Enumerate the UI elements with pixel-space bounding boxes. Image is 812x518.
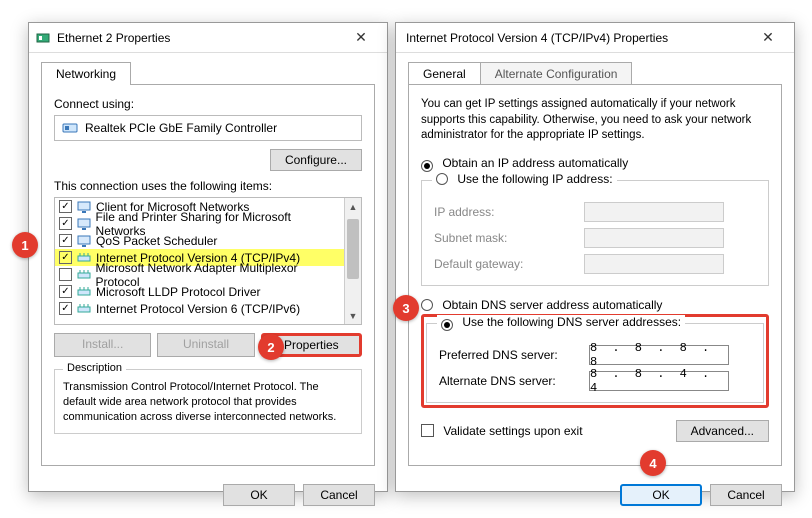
ip-address-label: IP address:	[434, 205, 584, 219]
components-list: Client for Microsoft NetworksFile and Pr…	[54, 197, 362, 325]
network-card-icon	[35, 30, 51, 46]
scroll-track[interactable]	[345, 215, 361, 307]
default-gateway-label: Default gateway:	[434, 257, 584, 271]
subnet-mask-label: Subnet mask:	[434, 231, 584, 245]
tab-alternate-configuration[interactable]: Alternate Configuration	[480, 62, 633, 85]
adapter-name: Realtek PCIe GbE Family Controller	[85, 121, 277, 135]
component-icon	[76, 216, 92, 232]
step-badge-3: 3	[393, 295, 419, 321]
step-badge-2: 2	[258, 334, 284, 360]
checkbox-icon	[421, 424, 434, 437]
uninstall-button[interactable]: Uninstall	[157, 333, 254, 357]
item-label: Internet Protocol Version 6 (TCP/IPv6)	[96, 302, 300, 316]
adapter-field: Realtek PCIe GbE Family Controller	[54, 115, 362, 141]
ok-button[interactable]: OK	[620, 484, 702, 506]
component-icon	[76, 233, 92, 249]
checkbox-icon[interactable]	[59, 217, 72, 230]
component-icon	[76, 199, 92, 215]
preferred-dns-field[interactable]: 8 . 8 . 8 . 8	[589, 345, 729, 365]
checkbox-icon[interactable]	[59, 302, 72, 315]
adapter-icon	[61, 119, 79, 137]
dialog-title: Internet Protocol Version 4 (TCP/IPv4) P…	[406, 31, 748, 45]
step-badge-1: 1	[12, 232, 38, 258]
description-group: Description Transmission Control Protoco…	[54, 369, 362, 434]
intro-text: You can get IP settings assigned automat…	[421, 97, 769, 144]
dialog-title: Ethernet 2 Properties	[57, 31, 341, 45]
ip-auto-option[interactable]: Obtain an IP address automatically	[421, 154, 769, 174]
validate-checkbox[interactable]: Validate settings upon exit	[421, 424, 583, 438]
scroll-down-icon[interactable]: ▼	[345, 307, 361, 324]
step-badge-4: 4	[640, 450, 666, 476]
cancel-button[interactable]: Cancel	[710, 484, 782, 506]
list-item[interactable]: Internet Protocol Version 6 (TCP/IPv6)	[55, 300, 344, 317]
dns-manual-option[interactable]: Use the following DNS server addresses:	[437, 315, 685, 331]
tab-general[interactable]: General	[408, 62, 481, 85]
titlebar: Ethernet 2 Properties ✕	[29, 23, 387, 53]
default-gateway-field	[584, 254, 724, 274]
radio-selected-icon	[441, 319, 453, 331]
advanced-button[interactable]: Advanced...	[676, 420, 769, 442]
scroll-thumb[interactable]	[347, 219, 359, 279]
checkbox-icon[interactable]	[59, 234, 72, 247]
list-item[interactable]: Microsoft Network Adapter Multiplexor Pr…	[55, 266, 344, 283]
ipv4-properties-dialog: Internet Protocol Version 4 (TCP/IPv4) P…	[395, 22, 795, 492]
ethernet-properties-dialog: Ethernet 2 Properties ✕ Networking Conne…	[28, 22, 388, 492]
component-icon	[76, 267, 92, 283]
alternate-dns-field[interactable]: 8 . 8 . 4 . 4	[589, 371, 729, 391]
checkbox-icon[interactable]	[59, 268, 72, 281]
cancel-button[interactable]: Cancel	[303, 484, 375, 506]
close-icon[interactable]: ✕	[748, 29, 788, 46]
tab-networking[interactable]: Networking	[41, 62, 131, 85]
dns-auto-option[interactable]: Obtain DNS server address automatically	[421, 296, 769, 314]
component-icon	[76, 301, 92, 317]
list-item[interactable]: File and Printer Sharing for Microsoft N…	[55, 215, 344, 232]
scroll-up-icon[interactable]: ▲	[345, 198, 361, 215]
install-button[interactable]: Install...	[54, 333, 151, 357]
item-label: QoS Packet Scheduler	[96, 234, 217, 248]
checkbox-icon[interactable]	[59, 285, 72, 298]
connect-using-label: Connect using:	[54, 97, 362, 111]
checkbox-icon[interactable]	[59, 200, 72, 213]
component-icon	[76, 250, 92, 266]
subnet-mask-field	[584, 228, 724, 248]
titlebar: Internet Protocol Version 4 (TCP/IPv4) P…	[396, 23, 794, 53]
ip-manual-option[interactable]: Use the following IP address:	[432, 172, 617, 186]
checkbox-icon[interactable]	[59, 251, 72, 264]
alternate-dns-label: Alternate DNS server:	[439, 374, 589, 388]
configure-button[interactable]: Configure...	[270, 149, 362, 171]
close-icon[interactable]: ✕	[341, 29, 381, 46]
description-title: Description	[63, 362, 126, 374]
scrollbar[interactable]: ▲ ▼	[344, 198, 361, 324]
description-text: Transmission Control Protocol/Internet P…	[63, 380, 353, 425]
ip-address-field	[584, 202, 724, 222]
radio-unselected-icon	[421, 299, 433, 311]
preferred-dns-label: Preferred DNS server:	[439, 348, 589, 362]
radio-selected-icon	[421, 160, 433, 172]
items-label: This connection uses the following items…	[54, 179, 362, 193]
ok-button[interactable]: OK	[223, 484, 295, 506]
radio-unselected-icon	[436, 173, 448, 185]
component-icon	[76, 284, 92, 300]
item-label: Microsoft LLDP Protocol Driver	[96, 285, 261, 299]
